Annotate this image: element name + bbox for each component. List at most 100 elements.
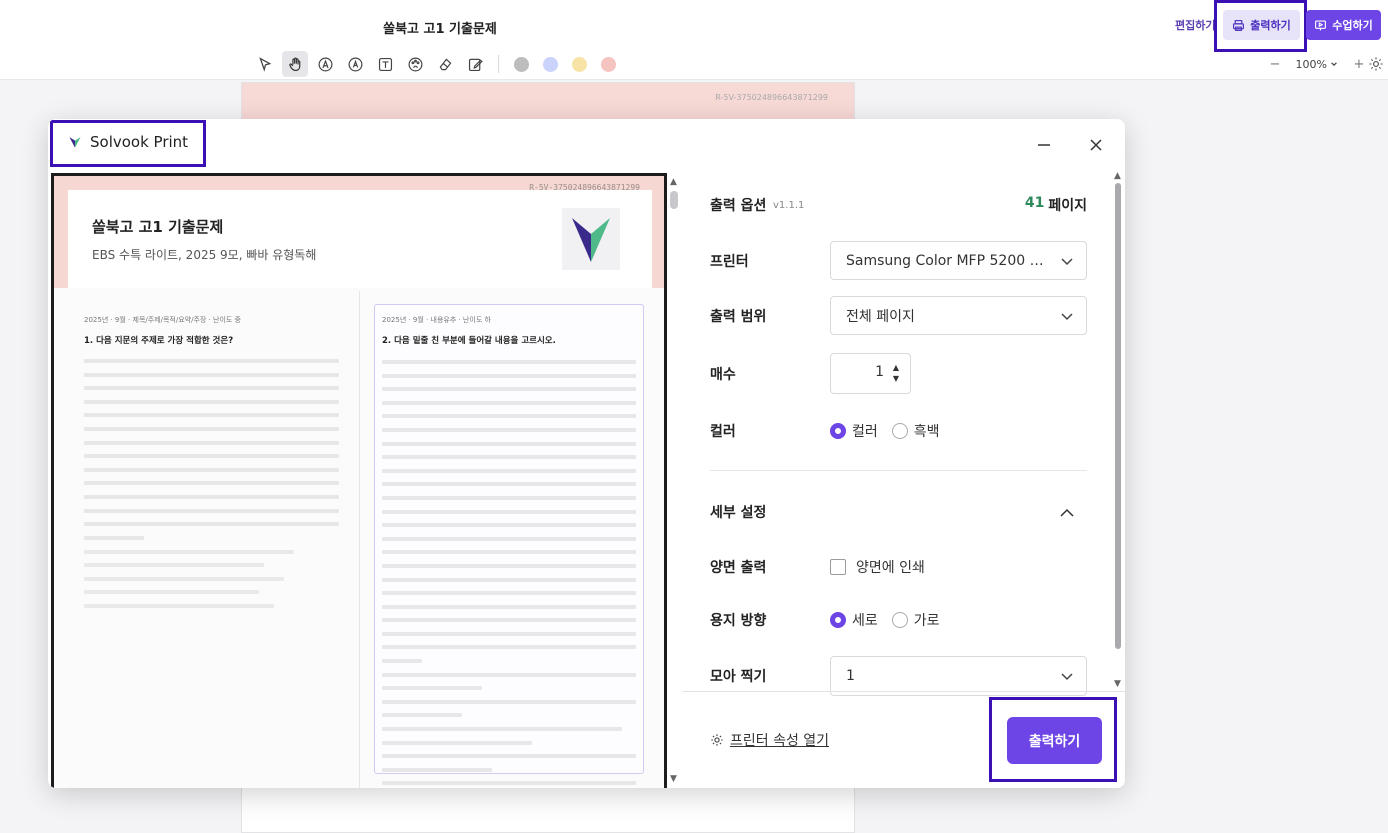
printer-select[interactable]: Samsung Color MFP 5200 Series	[830, 241, 1087, 280]
copies-value[interactable]: 1	[831, 364, 884, 380]
page-count: 41 페이지	[1025, 195, 1087, 215]
color-swatch-pink[interactable]	[601, 56, 616, 72]
orientation-radio-group: 세로 가로	[830, 610, 940, 630]
question-2-passage	[382, 360, 636, 788]
eraser-icon[interactable]	[432, 51, 458, 77]
copies-stepper[interactable]: 1 ▲ ▼	[830, 353, 911, 394]
color-option-mono-label: 흑백	[913, 424, 940, 440]
select-icon[interactable]	[252, 51, 278, 77]
close-icon	[1090, 139, 1102, 151]
printer-properties-link[interactable]: 프린터 속성 열기	[710, 730, 829, 750]
close-button[interactable]	[1082, 131, 1110, 159]
question-1-passage	[84, 359, 339, 549]
options-scroll-thumb[interactable]	[1115, 183, 1121, 649]
preview-title-card: 쏠북고 고1 기출문제 EBS 수특 라이트, 2025 9모, 빠바 유형독해	[68, 190, 652, 288]
color-label: 컬러	[710, 424, 736, 440]
question-1-title: 1. 다음 지문의 주제로 가장 적합한 것은?	[84, 336, 234, 346]
top-print-button[interactable]: 출력하기	[1223, 10, 1300, 40]
printer-select-value: Samsung Color MFP 5200 Series	[846, 252, 1046, 269]
nup-select-value: 1	[846, 668, 855, 684]
orientation-label: 용지 방향	[710, 613, 767, 629]
orientation-radio-landscape[interactable]: 가로	[891, 610, 940, 630]
preview-subtitle: EBS 수특 라이트, 2025 9모, 빠바 유형독해	[92, 248, 317, 262]
print-dialog: Solvook Print R-5V-375024896643871299 쏠북…	[48, 119, 1125, 788]
top-app-bar: 쏠북고 고1 기출문제 편집하기 출력하기 수업하기 − 100% +	[0, 0, 1388, 80]
preview-column-divider	[359, 291, 360, 788]
printer-icon	[1233, 19, 1245, 31]
background-page-code: R-5V-375024896643871299	[715, 93, 828, 102]
print-options-panel: 출력 옵션 v1.1.1 41 페이지 프린터 Samsung Color MF…	[682, 171, 1125, 788]
chevron-up-icon[interactable]	[1058, 504, 1076, 522]
highlighter-icon[interactable]	[342, 51, 368, 77]
print-preview[interactable]: R-5V-375024896643871299 쏠북고 고1 기출문제 EBS …	[51, 173, 667, 788]
question-1-choices	[84, 550, 294, 617]
pen-icon[interactable]	[312, 51, 338, 77]
chevron-down-icon	[1331, 61, 1338, 66]
gear-icon[interactable]	[1368, 56, 1384, 72]
duplex-label: 양면 출력	[710, 560, 767, 576]
annotation-toolbar	[252, 51, 621, 77]
color-radio-mono[interactable]: 흑백	[891, 421, 940, 441]
class-mode-label: 수업하기	[1332, 19, 1373, 32]
radio-selected-icon	[830, 423, 846, 439]
class-mode-button[interactable]: 수업하기	[1306, 10, 1381, 40]
note-icon[interactable]	[462, 51, 488, 77]
orientation-radio-portrait[interactable]: 세로	[830, 610, 878, 630]
detail-settings-label: 세부 설정	[710, 505, 767, 521]
options-title: 출력 옵션	[710, 198, 767, 214]
range-label: 출력 범위	[710, 309, 767, 325]
color-swatch-gray[interactable]	[514, 56, 529, 72]
checkbox-unchecked-icon	[830, 559, 846, 575]
scroll-down-arrow[interactable]: ▼	[1114, 679, 1121, 689]
minimize-button[interactable]	[1030, 131, 1058, 159]
color-swatch-blue[interactable]	[543, 56, 558, 72]
question-1-meta: 2025년 · 9월 · 제목/주제/목적/요약/주장 · 난이도 중	[84, 316, 241, 324]
palette-icon[interactable]	[402, 51, 428, 77]
printer-properties-label: 프린터 속성 열기	[730, 733, 830, 749]
preview-scrollbar[interactable]: ▲ ▼	[668, 173, 682, 788]
dialog-header: Solvook Print	[48, 119, 1125, 171]
radio-unselected-icon	[891, 612, 908, 628]
document-title: 쏠북고 고1 기출문제	[383, 22, 497, 37]
zoom-in-button[interactable]: +	[1350, 57, 1368, 72]
preview-title: 쏠북고 고1 기출문제	[92, 218, 224, 236]
scroll-up-arrow[interactable]: ▲	[670, 177, 677, 187]
nup-label: 모아 찍기	[710, 669, 767, 685]
duplex-checkbox[interactable]: 양면에 인쇄	[830, 557, 925, 577]
range-select-value: 전체 페이지	[846, 308, 915, 325]
preview-scroll-thumb[interactable]	[670, 191, 678, 209]
preview-logo	[562, 208, 620, 270]
page-count-unit: 페이지	[1048, 198, 1087, 214]
text-icon[interactable]	[372, 51, 398, 77]
color-radio-color[interactable]: 컬러	[830, 421, 878, 441]
options-scrollbar[interactable]: ▲ ▼	[1112, 171, 1125, 693]
zoom-level[interactable]: 100%	[1284, 58, 1350, 71]
radio-unselected-icon	[891, 423, 908, 439]
nup-select[interactable]: 1	[830, 656, 1087, 696]
hand-icon[interactable]	[282, 51, 308, 77]
chevron-down-icon	[1061, 258, 1073, 266]
chevron-down-icon	[1061, 313, 1073, 321]
zoom-out-button[interactable]: −	[1266, 57, 1284, 72]
color-option-color-label: 컬러	[852, 424, 878, 440]
gear-icon	[711, 734, 723, 746]
color-swatch-yellow[interactable]	[572, 56, 587, 72]
question-2-meta: 2025년 · 9월 · 내용유추 · 난이도 하	[382, 316, 491, 324]
toolbar-divider	[498, 55, 499, 73]
copies-label: 매수	[710, 367, 736, 383]
highlight-box-brand	[50, 120, 206, 167]
radio-selected-icon	[830, 612, 846, 628]
scroll-up-arrow[interactable]: ▲	[1114, 171, 1121, 181]
options-version: v1.1.1	[773, 200, 805, 211]
scroll-down-arrow[interactable]: ▼	[670, 774, 677, 784]
copies-decrement-icon[interactable]: ▼	[889, 374, 903, 383]
highlight-box-print-button	[989, 697, 1117, 782]
edit-link[interactable]: 편집하기	[1175, 17, 1215, 33]
copies-increment-icon[interactable]: ▲	[889, 363, 903, 372]
chevron-down-icon	[1061, 673, 1073, 681]
page-count-number: 41	[1024, 195, 1045, 211]
minimize-icon	[1038, 144, 1050, 146]
color-radio-group: 컬러 흑백	[830, 421, 940, 441]
presentation-icon	[1315, 19, 1327, 30]
range-select[interactable]: 전체 페이지	[830, 296, 1087, 335]
